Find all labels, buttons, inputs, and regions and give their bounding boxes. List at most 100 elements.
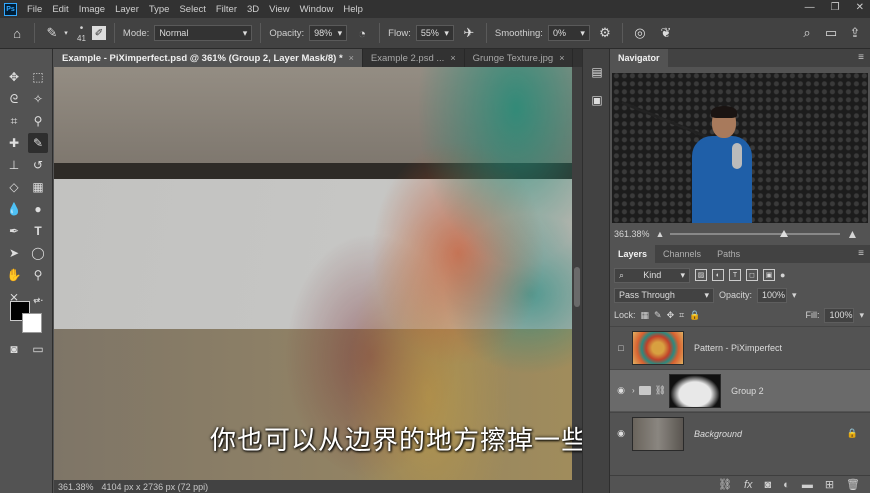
- lock-all-icon[interactable]: 🔒: [689, 310, 700, 321]
- search-icon[interactable]: ⌕: [798, 24, 816, 42]
- close-window-button[interactable]: ✕: [856, 2, 864, 13]
- path-select-icon[interactable]: ➤: [4, 243, 24, 263]
- shape-icon[interactable]: ◯: [28, 243, 48, 263]
- zoom-slider[interactable]: [670, 230, 841, 237]
- tab-navigator[interactable]: Navigator: [610, 49, 668, 67]
- type-icon[interactable]: T: [28, 221, 48, 241]
- navigator-preview[interactable]: [612, 73, 868, 223]
- shape-filter-icon[interactable]: ◻: [746, 269, 758, 281]
- settings-icon[interactable]: ⚙: [596, 24, 614, 42]
- menu-3d[interactable]: 3D: [247, 4, 259, 15]
- trash-icon[interactable]: 🗑: [846, 478, 860, 491]
- symmetry-icon[interactable]: ❦: [657, 24, 675, 42]
- workspace-icon[interactable]: ▭: [822, 24, 840, 42]
- menu-file[interactable]: File: [27, 4, 42, 15]
- dodge-icon[interactable]: ●: [28, 199, 48, 219]
- adjustment-layer-icon[interactable]: ◐: [783, 479, 790, 491]
- close-icon[interactable]: ×: [450, 53, 455, 63]
- maximize-button[interactable]: ❐: [831, 2, 840, 13]
- quick-mask-icon[interactable]: ◙: [4, 339, 24, 359]
- layer-background[interactable]: ◉ Background 🔒: [610, 412, 870, 454]
- smart-object-filter-icon[interactable]: ▣: [763, 269, 775, 281]
- menu-edit[interactable]: Edit: [52, 4, 68, 15]
- airbrush-icon[interactable]: ✈: [460, 24, 478, 42]
- type-filter-icon[interactable]: T: [729, 269, 741, 281]
- fill-field[interactable]: 100%: [824, 307, 855, 323]
- zoom-out-icon[interactable]: ▲: [656, 229, 665, 239]
- magic-wand-icon[interactable]: ✧: [28, 89, 48, 109]
- chevron-down-icon[interactable]: ▾: [792, 290, 797, 301]
- layer-opacity-field[interactable]: 100%: [757, 287, 788, 303]
- navigator-zoom-value[interactable]: 361.38%: [614, 229, 650, 239]
- blend-mode-select[interactable]: Pass Through ▾: [614, 287, 714, 303]
- eye-icon[interactable]: ◉: [610, 385, 632, 396]
- gradient-icon[interactable]: ▦: [28, 177, 48, 197]
- layer-group-2[interactable]: ◉ › ⛓ Group 2: [610, 369, 870, 411]
- menu-image[interactable]: Image: [79, 4, 105, 15]
- panel-menu-icon[interactable]: ≡: [858, 52, 864, 63]
- flow-field[interactable]: 55% ▾: [415, 25, 454, 41]
- stamp-icon[interactable]: ⊥: [4, 155, 24, 175]
- share-icon[interactable]: ⇪: [846, 24, 864, 42]
- screen-mode-icon[interactable]: ▭: [28, 339, 48, 359]
- brush-tool-icon[interactable]: ✎: [28, 133, 48, 153]
- marquee-icon[interactable]: ⬚: [28, 67, 48, 87]
- fx-icon[interactable]: fx: [744, 479, 753, 491]
- lock-position-icon[interactable]: ✥: [667, 310, 675, 321]
- brush-preset-picker[interactable]: • 41: [77, 23, 86, 43]
- menu-filter[interactable]: Filter: [216, 4, 237, 15]
- tab-layers[interactable]: Layers: [610, 245, 656, 263]
- background-color-swatch[interactable]: [22, 313, 42, 333]
- menu-help[interactable]: Help: [343, 4, 363, 15]
- home-icon[interactable]: ⌂: [8, 24, 26, 42]
- lock-artboard-icon[interactable]: ⌗: [679, 310, 684, 321]
- tab-channels[interactable]: Channels: [655, 245, 709, 263]
- link-layers-icon[interactable]: ⛓: [718, 478, 732, 491]
- scroll-thumb[interactable]: [574, 267, 580, 307]
- new-group-icon[interactable]: ▬: [802, 479, 813, 491]
- menu-select[interactable]: Select: [179, 4, 205, 15]
- chevron-right-icon[interactable]: ›: [632, 386, 635, 395]
- tab-grunge-texture[interactable]: Grunge Texture.jpg ×: [465, 49, 574, 67]
- lock-pixels-icon[interactable]: ✎: [654, 310, 662, 321]
- tab-example-psd[interactable]: Example - PiXimperfect.psd @ 361% (Group…: [54, 49, 363, 67]
- pen-icon[interactable]: ✒: [4, 221, 24, 241]
- adjustment-filter-icon[interactable]: ◐: [712, 269, 724, 281]
- tab-paths[interactable]: Paths: [709, 245, 748, 263]
- brush-icon[interactable]: ✎: [43, 24, 61, 42]
- panel-menu-icon[interactable]: ≡: [858, 248, 864, 259]
- smoothing-field[interactable]: 0% ▾: [547, 25, 590, 41]
- vertical-scrollbar[interactable]: [572, 67, 582, 480]
- visibility-toggle-off[interactable]: □: [610, 343, 632, 353]
- close-icon[interactable]: ×: [559, 53, 564, 63]
- pressure-opacity-icon[interactable]: ◔: [353, 24, 371, 42]
- history-panel-icon[interactable]: ▤: [589, 65, 605, 81]
- healing-icon[interactable]: ✚: [4, 133, 24, 153]
- eraser-icon[interactable]: ◇: [4, 177, 24, 197]
- eyedropper-icon[interactable]: ⚲: [28, 111, 48, 131]
- layer-mask-thumbnail[interactable]: [669, 373, 722, 408]
- brush-panel-icon[interactable]: ✐: [91, 26, 106, 40]
- pixel-filter-icon[interactable]: ▨: [695, 269, 707, 281]
- lasso-icon[interactable]: ᘓ: [4, 89, 24, 109]
- zoom-in-icon[interactable]: ▲: [846, 227, 858, 241]
- lock-transparent-icon[interactable]: ▦: [641, 310, 650, 321]
- tab-example-2[interactable]: Example 2.psd ... ×: [363, 49, 465, 67]
- minimize-button[interactable]: —: [805, 2, 815, 13]
- add-mask-icon[interactable]: ◙: [765, 479, 772, 491]
- menu-type[interactable]: Type: [149, 4, 170, 15]
- menu-view[interactable]: View: [269, 4, 289, 15]
- mode-select[interactable]: Normal ▾: [154, 25, 253, 41]
- properties-panel-icon[interactable]: ▣: [589, 93, 605, 109]
- chevron-down-icon[interactable]: ▾: [61, 24, 71, 42]
- opacity-field[interactable]: 98% ▾: [309, 25, 348, 41]
- zoom-icon[interactable]: ⚲: [28, 265, 48, 285]
- menu-window[interactable]: Window: [300, 4, 334, 15]
- zoom-slider-knob[interactable]: [780, 230, 789, 237]
- document-canvas[interactable]: [54, 67, 572, 480]
- blur-icon[interactable]: 💧: [4, 199, 24, 219]
- menu-layer[interactable]: Layer: [115, 4, 139, 15]
- crop-icon[interactable]: ⌗: [4, 111, 24, 131]
- hand-icon[interactable]: ✋: [4, 265, 24, 285]
- new-layer-icon[interactable]: ⊞: [825, 478, 834, 491]
